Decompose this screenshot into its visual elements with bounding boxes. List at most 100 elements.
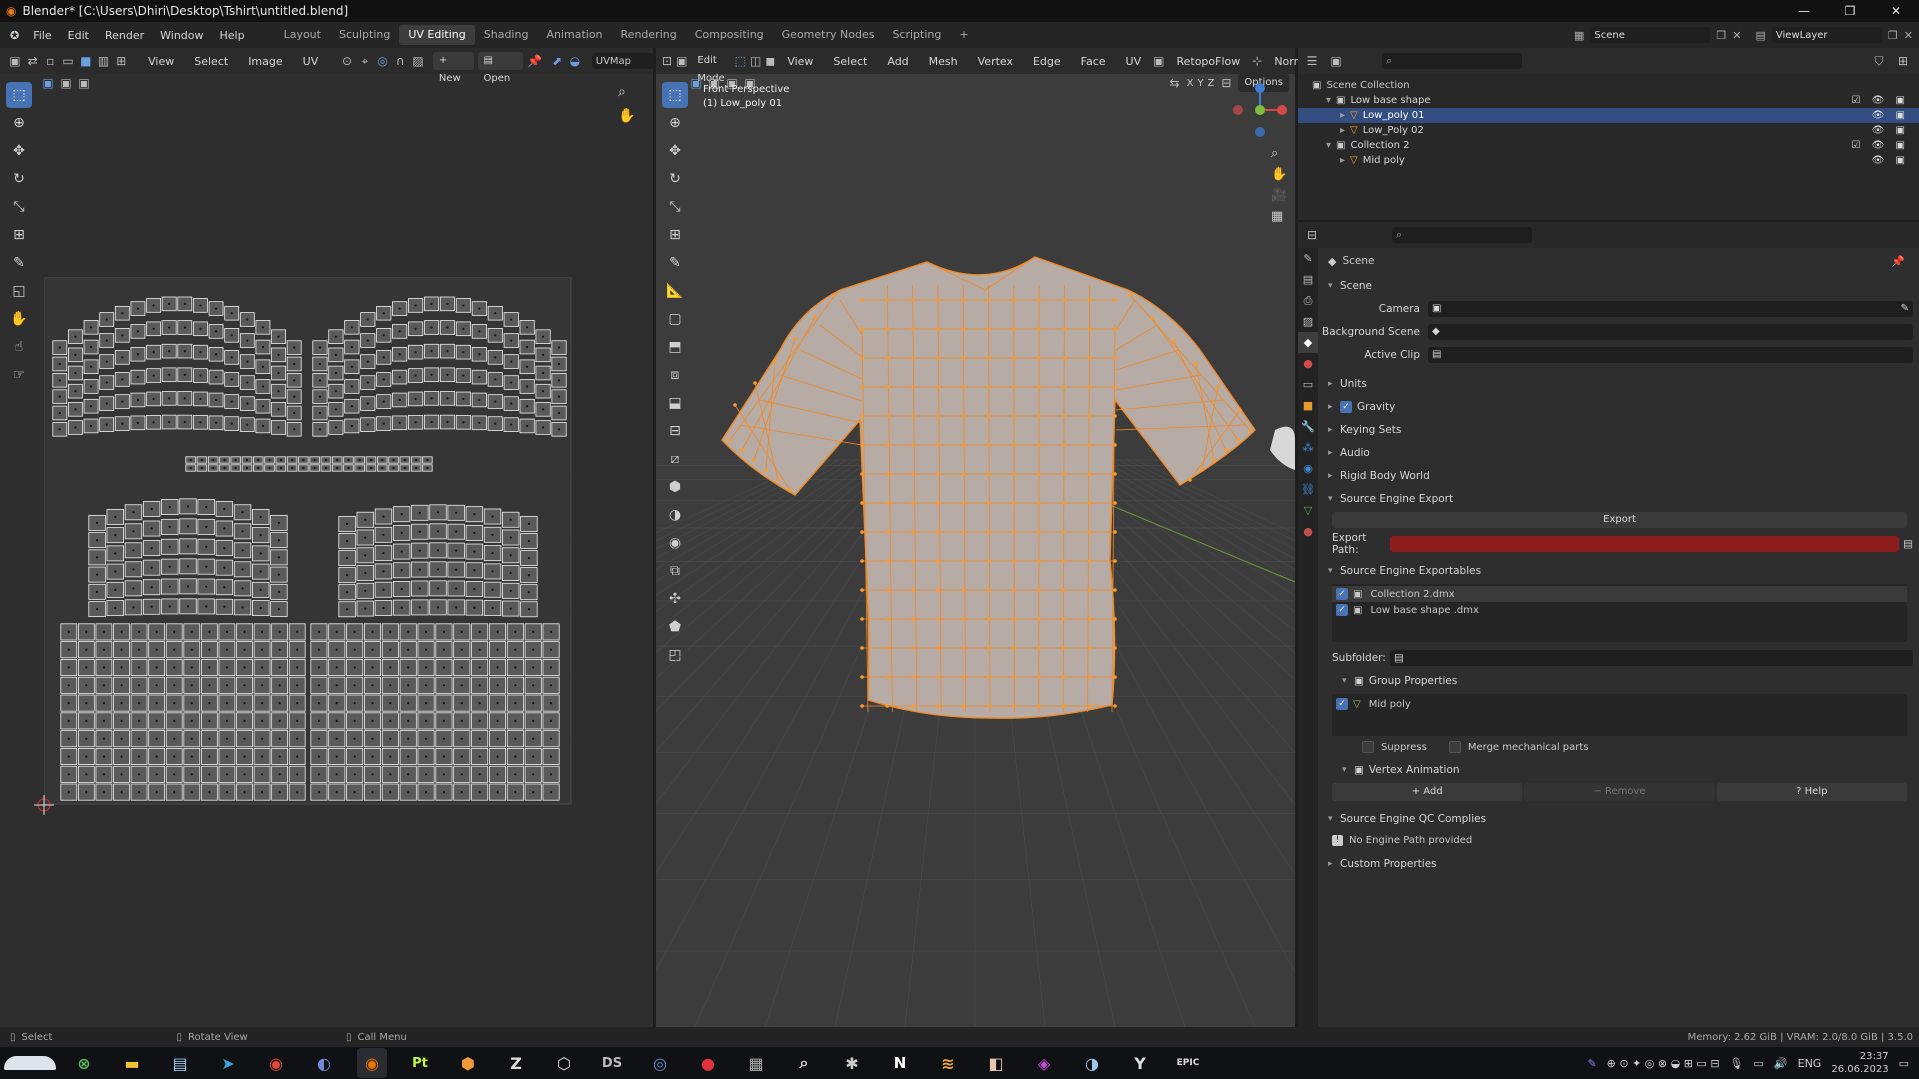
image-browse-icon[interactable]: ▨ bbox=[411, 53, 425, 69]
pinterest-icon[interactable]: ◈ bbox=[1029, 1048, 1059, 1078]
folder-icon[interactable]: ▤ bbox=[1903, 538, 1913, 550]
uv-menu-uv[interactable]: UV bbox=[295, 55, 327, 68]
minimize-icon[interactable]: — bbox=[1781, 4, 1827, 18]
outliner-item[interactable]: ▾ ▣ Collection 2 ☑ 👁 ▣ bbox=[1298, 138, 1919, 153]
sync-selection-icon[interactable]: ⇄ bbox=[26, 53, 40, 69]
checkbox-checked-icon[interactable]: ✓ bbox=[1336, 698, 1348, 710]
new-viewlayer-icon[interactable]: ❐ bbox=[1888, 29, 1898, 42]
pivot-icon[interactable]: ⊙ bbox=[340, 53, 354, 69]
vertex-mode-icon[interactable]: ⬚ bbox=[735, 53, 746, 69]
source-export-header[interactable]: ▾ Source Engine Export bbox=[1322, 487, 1913, 510]
outliner-search[interactable]: ⌕ bbox=[1382, 53, 1522, 69]
qc-complies-header[interactable]: ▾ Source Engine QC Complies bbox=[1322, 807, 1913, 830]
mode-new-icon[interactable]: ▣ bbox=[40, 75, 56, 91]
painter-icon[interactable]: Pt bbox=[405, 1048, 435, 1078]
delete-scene-icon[interactable]: ✕ bbox=[1732, 29, 1741, 42]
help-button[interactable]: ? Help bbox=[1716, 783, 1907, 801]
uv-canvas[interactable] bbox=[0, 92, 653, 1027]
tab-geometry-nodes[interactable]: Geometry Nodes bbox=[773, 25, 884, 45]
layers-icon[interactable]: ≋ bbox=[933, 1048, 963, 1078]
add-workspace-button[interactable]: + bbox=[950, 25, 977, 45]
pen-icon[interactable]: ✎ bbox=[1587, 1057, 1596, 1070]
display-mode-icon[interactable]: ▣ bbox=[1328, 53, 1344, 69]
chevron-down-icon[interactable]: ▾ bbox=[1326, 140, 1331, 151]
scene-selector[interactable]: Scene bbox=[1590, 27, 1711, 43]
restore-icon[interactable]: ❐ bbox=[1827, 4, 1873, 18]
pin-icon[interactable]: 📌 bbox=[1891, 255, 1905, 268]
tab-sculpting[interactable]: Sculpting bbox=[330, 25, 399, 45]
scene-tab-icon[interactable]: ◆ bbox=[1298, 332, 1318, 353]
volume-icon[interactable]: 🔊 bbox=[1774, 1057, 1788, 1070]
notepad-icon[interactable]: ▤ bbox=[165, 1048, 195, 1078]
add-animation-button[interactable]: + Add bbox=[1332, 783, 1523, 801]
new-scene-icon[interactable]: ❐ bbox=[1716, 29, 1726, 42]
tab-shading[interactable]: Shading bbox=[475, 25, 538, 45]
constraints-tab-icon[interactable]: ⛓ bbox=[1298, 479, 1318, 500]
tab-scripting[interactable]: Scripting bbox=[883, 25, 950, 45]
exportable-item[interactable]: ✓ ▣ Collection 2.dmx bbox=[1332, 586, 1907, 602]
particles-tab-icon[interactable]: ⁂ bbox=[1298, 437, 1318, 458]
editor-type-icon[interactable]: ⊟ bbox=[1304, 227, 1320, 243]
retopoflow-menu[interactable]: RetopoFlow bbox=[1168, 55, 1248, 68]
visibility-toggle-icon[interactable]: 👁 ▣ bbox=[1872, 155, 1909, 166]
proportional-icon[interactable]: ◎ bbox=[376, 53, 390, 69]
collection-tab-icon[interactable]: ▭ bbox=[1298, 374, 1318, 395]
navigation-gizmo[interactable] bbox=[1228, 80, 1288, 140]
object-tab-icon[interactable]: ■ bbox=[1298, 395, 1318, 416]
face-mode-icon[interactable]: ◼ bbox=[765, 53, 775, 69]
checkbox-checked-icon[interactable]: ✓ bbox=[1336, 604, 1348, 616]
start-icon[interactable] bbox=[0, 1048, 60, 1078]
steam-icon[interactable]: ◑ bbox=[1077, 1048, 1107, 1078]
pan-icon[interactable]: ✋ bbox=[1271, 164, 1291, 185]
editor-type-icon[interactable]: ⊡ bbox=[662, 53, 672, 69]
mode-extend-icon[interactable]: ▣ bbox=[58, 75, 74, 91]
tab-layout[interactable]: Layout bbox=[275, 25, 330, 45]
c4d-icon[interactable]: ◎ bbox=[645, 1048, 675, 1078]
new-image-button[interactable]: + New bbox=[432, 52, 474, 84]
menu-edit[interactable]: Edit bbox=[60, 29, 97, 42]
gravity-checkbox[interactable]: ✓ bbox=[1340, 400, 1352, 413]
remove-animation-button[interactable]: − Remove bbox=[1524, 783, 1715, 801]
vp-menu-vertex[interactable]: Vertex bbox=[970, 55, 1021, 68]
chevron-right-icon[interactable]: ▸ bbox=[1340, 155, 1345, 166]
vp-menu-view[interactable]: View bbox=[779, 55, 821, 68]
exportables-header[interactable]: ▾ Source Engine Exportables bbox=[1322, 559, 1913, 582]
gizmo-icon[interactable]: ◒ bbox=[568, 53, 582, 69]
vp-menu-face[interactable]: Face bbox=[1073, 55, 1114, 68]
new-collection-icon[interactable]: ⊞ bbox=[1895, 53, 1911, 69]
viewport-canvas[interactable] bbox=[656, 92, 1295, 1027]
zbrush-icon[interactable]: Z bbox=[501, 1048, 531, 1078]
world-tab-icon[interactable]: ● bbox=[1298, 353, 1318, 374]
edge-mode-icon[interactable]: ◫ bbox=[750, 53, 761, 69]
mode-dropdown[interactable]: Edit Mode bbox=[691, 52, 731, 84]
face-select-icon[interactable]: ■ bbox=[79, 53, 93, 69]
island-select-icon[interactable]: ▥ bbox=[97, 53, 111, 69]
network-icon[interactable]: ▭ bbox=[1754, 1057, 1764, 1070]
collapsed-section[interactable]: ▸ ✓ Gravity bbox=[1322, 395, 1913, 418]
chevron-right-icon[interactable]: ▸ bbox=[1340, 125, 1345, 136]
vertex-select-icon[interactable]: ▫ bbox=[43, 53, 57, 69]
collapsed-section[interactable]: ▸ Audio bbox=[1322, 441, 1913, 464]
axis-gizmo-icon[interactable] bbox=[1228, 80, 1288, 140]
record-icon[interactable]: ● bbox=[693, 1048, 723, 1078]
merge-checkbox[interactable] bbox=[1448, 741, 1461, 753]
group-item[interactable]: ✓ ▽ Mid poly bbox=[1332, 696, 1907, 712]
chevron-right-icon[interactable]: ▸ bbox=[1340, 110, 1345, 121]
chrome-icon[interactable]: ◉ bbox=[261, 1048, 291, 1078]
vp-menu-select[interactable]: Select bbox=[825, 55, 875, 68]
blender-menu-icon[interactable]: ✪ bbox=[10, 29, 19, 42]
collapsed-section[interactable]: ▸ Units bbox=[1322, 372, 1913, 395]
tab-uv-editing[interactable]: UV Editing bbox=[399, 25, 475, 45]
visibility-toggle-icon[interactable]: ☑ 👁 ▣ bbox=[1852, 95, 1909, 106]
data-tab-icon[interactable]: ▽ bbox=[1298, 500, 1318, 521]
vp-menu-add[interactable]: Add bbox=[879, 55, 916, 68]
scene-panel-header[interactable]: ▾ Scene bbox=[1322, 274, 1913, 297]
tab-compositing[interactable]: Compositing bbox=[686, 25, 773, 45]
unity-icon[interactable]: ⬡ bbox=[549, 1048, 579, 1078]
falloff-icon[interactable]: ∩ bbox=[393, 53, 407, 69]
menu-help[interactable]: Help bbox=[212, 29, 253, 42]
mode-subtract-icon[interactable]: ▣ bbox=[76, 75, 92, 91]
tray-icons[interactable]: ⊕ ⊙ ✦ ◎ ⊗ ◒ ⊞ ▭ ⊟ bbox=[1607, 1057, 1720, 1070]
uv-menu-image[interactable]: Image bbox=[240, 55, 290, 68]
camera-field[interactable]: ▣ ✎ bbox=[1428, 300, 1913, 317]
